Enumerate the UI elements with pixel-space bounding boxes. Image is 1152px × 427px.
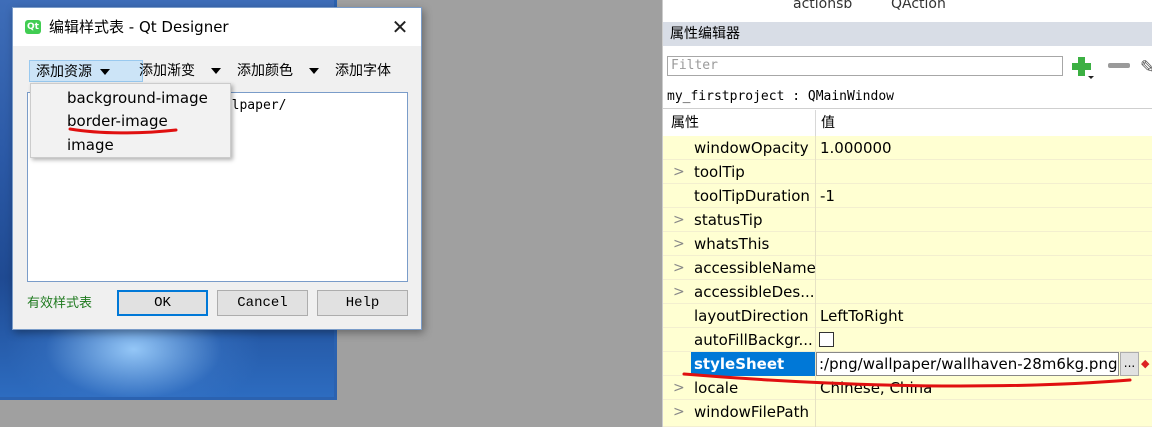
annotation-overlay — [68, 127, 1132, 388]
annotation-underline-border-image — [68, 127, 178, 135]
annotation-underline-stylesheet — [682, 372, 1132, 388]
